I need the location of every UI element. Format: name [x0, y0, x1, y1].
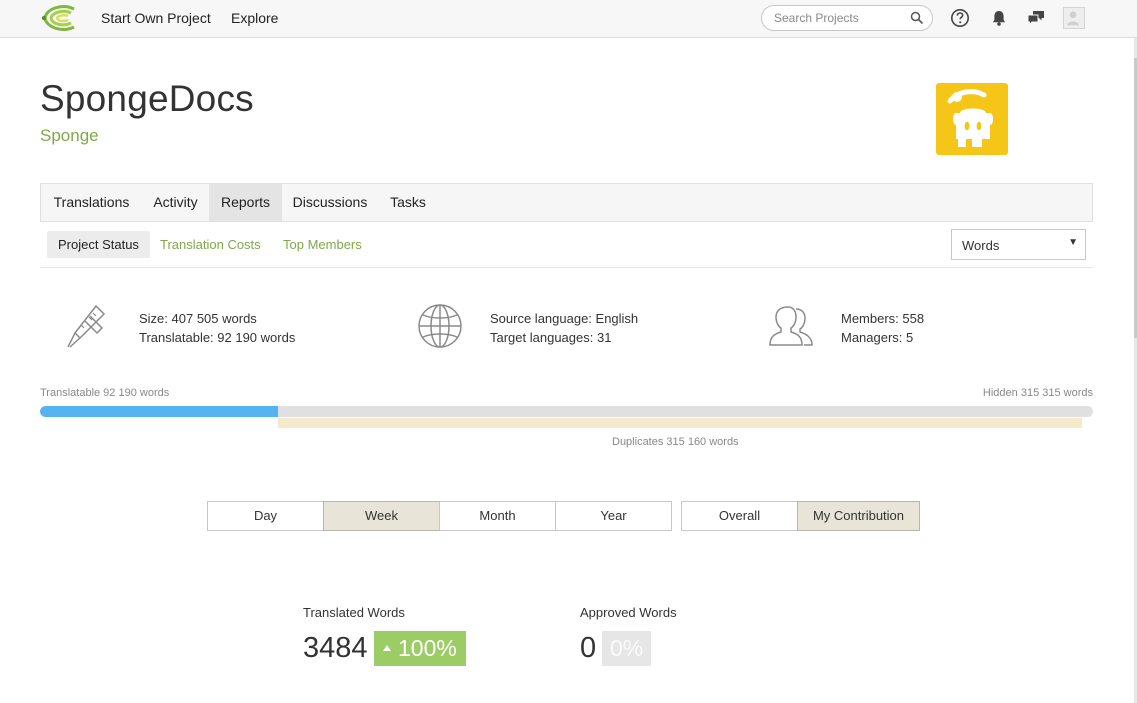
caliper-ruler-icon — [67, 304, 106, 348]
member-stats: Members: 558 Managers: 5 — [841, 309, 924, 347]
translated-words-label: Translated Words — [303, 605, 405, 620]
translated-change-value: 100% — [398, 635, 457, 661]
approved-words-value: 0 — [580, 632, 597, 664]
tab-discussions[interactable]: Discussions — [282, 184, 378, 221]
globe-icon — [418, 304, 462, 348]
search-box[interactable] — [761, 5, 933, 31]
members-group-icon — [769, 306, 813, 346]
approved-words-label: Approved Words — [580, 605, 677, 620]
subtab-project-status[interactable]: Project Status — [47, 231, 150, 258]
tab-tasks[interactable]: Tasks — [378, 184, 438, 221]
user-avatar[interactable] — [1063, 7, 1085, 29]
duplicates-label: Duplicates 315 160 words — [612, 436, 739, 448]
tab-reports[interactable]: Reports — [209, 184, 282, 221]
target-languages: Target languages: 31 — [490, 330, 612, 345]
translated-change-badge: 100% — [374, 631, 466, 666]
help-icon[interactable] — [950, 8, 970, 28]
search-input[interactable] — [774, 11, 904, 25]
notifications-bell-icon[interactable] — [989, 8, 1009, 28]
tab-activity[interactable]: Activity — [142, 184, 209, 221]
source-language: Source language: English — [490, 311, 639, 326]
translatable-progress-label: Translatable 92 190 words — [40, 387, 170, 399]
period-year-button[interactable]: Year — [555, 501, 672, 531]
duplicates-bar — [278, 418, 1082, 428]
project-logo-image — [936, 83, 1008, 155]
project-owner-link[interactable]: Sponge — [40, 126, 99, 146]
tab-translations[interactable]: Translations — [41, 184, 142, 221]
units-select[interactable]: Words ▼ — [951, 229, 1086, 260]
user-silhouette-icon — [1067, 11, 1079, 26]
messages-icon[interactable] — [1026, 8, 1046, 28]
start-own-project-link[interactable]: Start Own Project — [101, 10, 211, 26]
scope-button-group: Overall My Contribution — [681, 501, 920, 531]
explore-link[interactable]: Explore — [231, 10, 278, 26]
members-count: Members: 558 — [841, 311, 925, 326]
project-main-tabs: Translations Activity Reports Discussion… — [40, 183, 1093, 222]
translatable-progress-fill — [40, 406, 278, 417]
hidden-progress-label: Hidden 315 315 words — [982, 387, 1093, 399]
translatable-words: Translatable: 92 190 words — [139, 330, 296, 345]
translated-words-value: 3484 — [303, 632, 368, 664]
approved-change-value: 0% — [610, 635, 644, 661]
subtab-translation-costs[interactable]: Translation Costs — [149, 231, 272, 258]
project-title: SpongeDocs — [40, 78, 254, 119]
crowdin-logo-icon[interactable] — [40, 5, 78, 31]
size-words: Size: 407 505 words — [139, 311, 257, 326]
managers-count: Managers: 5 — [841, 330, 914, 345]
period-button-group: Day Week Month Year — [207, 501, 672, 531]
period-week-button[interactable]: Week — [323, 501, 440, 531]
search-icon[interactable] — [910, 11, 924, 25]
caret-down-icon: ▼ — [1068, 237, 1078, 248]
reports-sub-tabs: Project Status Translation Costs Top Mem… — [40, 222, 1093, 268]
translatable-progress-bar — [40, 406, 1093, 417]
period-day-button[interactable]: Day — [207, 501, 324, 531]
approved-change-badge: 0% — [602, 631, 652, 666]
top-navbar: Start Own Project Explore — [0, 0, 1137, 38]
units-select-value: Words — [962, 238, 1000, 253]
period-month-button[interactable]: Month — [439, 501, 556, 531]
arrow-up-icon — [383, 645, 391, 651]
scope-my-contribution-button[interactable]: My Contribution — [797, 501, 920, 531]
subtab-top-members[interactable]: Top Members — [272, 231, 373, 258]
language-stats: Source language: English Target language… — [490, 309, 638, 347]
scope-overall-button[interactable]: Overall — [681, 501, 798, 531]
project-size-stats: Size: 407 505 words Translatable: 92 190… — [139, 309, 295, 347]
